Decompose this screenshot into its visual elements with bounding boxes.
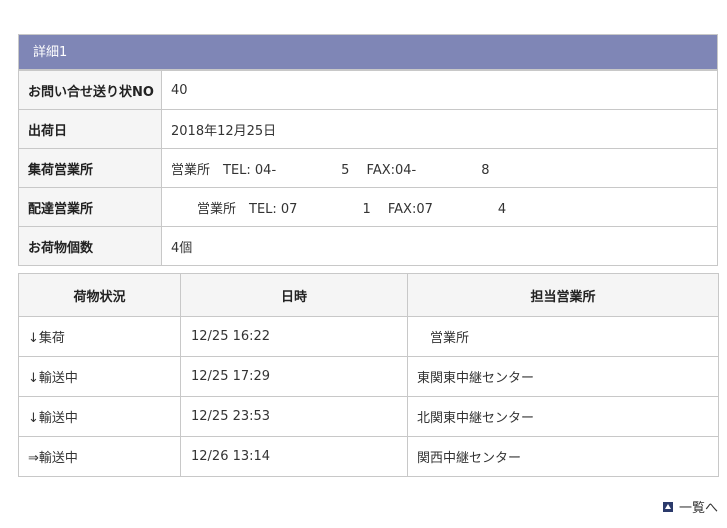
status-header-datetime: 日時 [180, 273, 408, 317]
detail-header: 詳細1 [18, 34, 718, 70]
detail-label: お問い合せ送り状NO [18, 70, 162, 110]
detail-row-pickup-office: 集荷営業所 営業所 TEL: 04- 5 FAX:04- 8 [18, 148, 718, 188]
table-row: ↓輸送中 12/25 17:29 東関東中継センター [18, 356, 719, 397]
detail-label: 出荷日 [18, 109, 162, 149]
status-datetime: 12/25 16:22 [180, 316, 408, 357]
status-office: 営業所 [407, 316, 719, 357]
detail-value: 営業所 TEL: 04- 5 FAX:04- 8 [161, 148, 718, 188]
status-header-row: 荷物状況 日時 担当営業所 [18, 273, 719, 317]
status-datetime: 12/25 23:53 [180, 396, 408, 437]
status-state: ↓輸送中 [18, 356, 181, 397]
detail-value: 40 [161, 70, 718, 110]
table-row: ↓輸送中 12/25 23:53 北関東中継センター [18, 396, 719, 437]
detail-value: 4個 [161, 226, 718, 266]
detail-row-invoice-no: お問い合せ送り状NO 40 [18, 70, 718, 110]
status-datetime: 12/26 13:14 [180, 436, 408, 477]
status-header-office: 担当営業所 [407, 273, 719, 317]
detail-row-delivery-office: 配達営業所 営業所 TEL: 07 1 FAX:07 4 [18, 187, 718, 227]
status-office: 関西中継センター [407, 436, 719, 477]
detail-value: 2018年12月25日 [161, 109, 718, 149]
status-header-state: 荷物状況 [18, 273, 181, 317]
status-office: 東関東中継センター [407, 356, 719, 397]
tracking-detail: 詳細1 お問い合せ送り状NO 40 出荷日 2018年12月25日 集荷営業所 … [18, 34, 719, 477]
status-datetime: 12/25 17:29 [180, 356, 408, 397]
detail-label: 配達営業所 [18, 187, 162, 227]
status-office: 北関東中継センター [407, 396, 719, 437]
detail-value: 営業所 TEL: 07 1 FAX:07 4 [161, 187, 718, 227]
status-state: ↓輸送中 [18, 396, 181, 437]
up-arrow-square-icon [662, 501, 673, 512]
detail-table: お問い合せ送り状NO 40 出荷日 2018年12月25日 集荷営業所 営業所 … [18, 70, 718, 266]
detail-label: お荷物個数 [18, 226, 162, 266]
back-to-list-link[interactable]: 一覧へ [662, 497, 718, 516]
status-state: ↓集荷 [18, 316, 181, 357]
detail-row-package-count: お荷物個数 4個 [18, 226, 718, 266]
back-to-list-label: 一覧へ [678, 501, 718, 516]
status-state: ⇒輸送中 [18, 436, 181, 477]
table-row: ↓集荷 12/25 16:22 営業所 [18, 316, 719, 357]
detail-row-ship-date: 出荷日 2018年12月25日 [18, 109, 718, 149]
table-row: ⇒輸送中 12/26 13:14 関西中継センター [18, 436, 719, 477]
detail-label: 集荷営業所 [18, 148, 162, 188]
status-table: 荷物状況 日時 担当営業所 ↓集荷 12/25 16:22 営業所 ↓輸送中 1… [18, 273, 719, 477]
